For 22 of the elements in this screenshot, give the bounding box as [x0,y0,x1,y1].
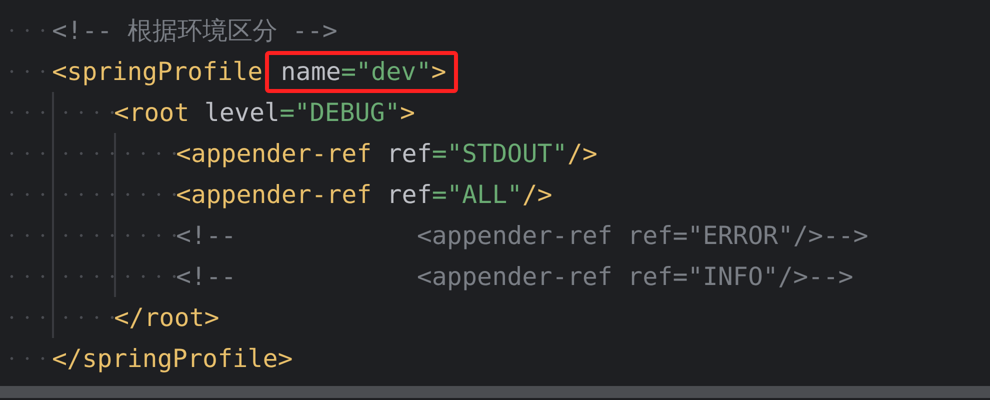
code-attribute: ref [386,138,432,168]
horizontal-scrollbar[interactable] [0,386,990,398]
code-string: ="STDOUT" [432,138,568,168]
code-attribute: name [280,56,341,86]
code-string: ="ALL" [432,180,522,210]
code-tag: /> [522,180,552,210]
code-tag: </root> [114,302,220,332]
code-string: ="DEBUG" [280,98,400,128]
code-comment: <!-- 根据环境区分 --> [52,16,338,46]
code-attribute: ref [386,180,432,210]
code-tag: > [431,56,446,86]
code-tag: <root [114,98,190,128]
code-string: ="dev" [340,56,432,86]
code-comment: <!-- <appender-ref ref="INFO"/>--> [176,262,854,292]
code-tag: <springProfile [52,56,263,86]
code-attribute: level [203,98,280,128]
code-tag: <appender-ref [176,138,372,168]
code-tag: </springProfile> [52,344,293,374]
code-tag: > [400,98,416,128]
code-comment: <!-- <appender-ref ref="ERROR"/>--> [176,220,868,250]
code-tag: <appender-ref [176,180,372,210]
code-tag: /> [567,138,598,168]
